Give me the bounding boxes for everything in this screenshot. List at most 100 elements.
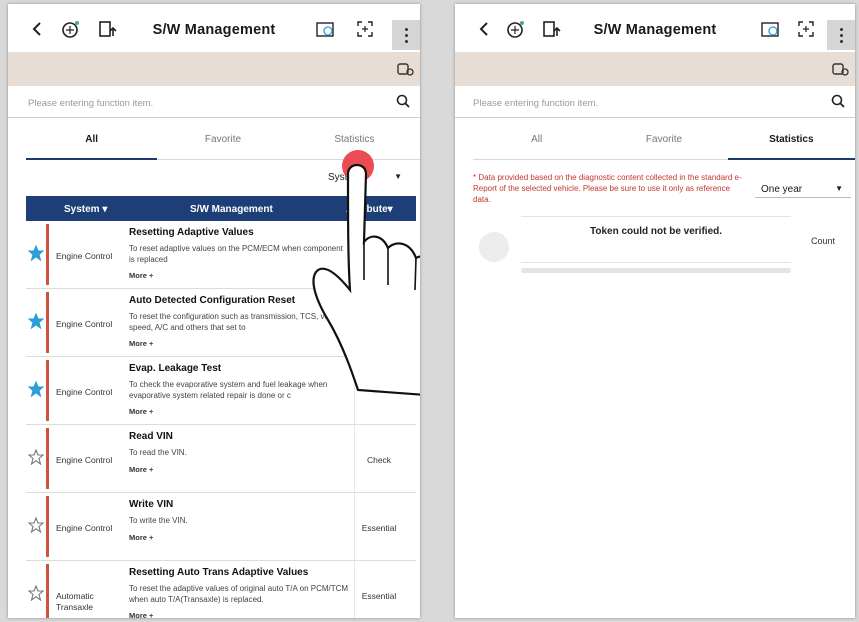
tab-all[interactable]: All bbox=[473, 128, 601, 160]
search-icon[interactable] bbox=[396, 94, 410, 108]
period-value: One year bbox=[761, 184, 803, 195]
row-system: Engine Control bbox=[56, 387, 113, 397]
statistics-card: Token could not be verified. Count bbox=[473, 216, 851, 278]
row-function-name[interactable]: Resetting Auto Trans Adaptive Values bbox=[129, 567, 308, 578]
row-function-name[interactable]: Evap. Leakage Test bbox=[129, 363, 221, 374]
row-accent-bar bbox=[46, 564, 49, 618]
search-input[interactable]: Please entering function item. bbox=[473, 98, 598, 109]
row-accent-bar bbox=[46, 428, 49, 489]
vehicle-band bbox=[8, 52, 420, 86]
tab-statistics[interactable]: Statistics bbox=[288, 128, 420, 160]
avatar-placeholder bbox=[479, 232, 509, 262]
row-system: Engine Control bbox=[56, 523, 113, 533]
vehicle-icon[interactable] bbox=[831, 61, 849, 81]
header-attribute[interactable]: Attribute▾ bbox=[346, 204, 393, 215]
more-link[interactable]: More + bbox=[129, 533, 153, 542]
row-accent-bar bbox=[46, 496, 49, 557]
table-row[interactable]: Engine Control Resetting Adaptive Values T… bbox=[26, 221, 416, 289]
table-header: System ▾ S/W Management Attribute▾ bbox=[26, 196, 416, 221]
table-row[interactable]: Automatic Transaxle Resetting Auto Trans … bbox=[26, 561, 416, 618]
divider bbox=[521, 262, 791, 263]
row-attribute: Essential bbox=[361, 591, 397, 601]
column-divider bbox=[354, 357, 355, 424]
row-system: Engine Control bbox=[56, 455, 113, 465]
tab-bar: All Favorite Statistics bbox=[26, 128, 420, 160]
row-attribute: Check bbox=[366, 455, 392, 465]
more-link[interactable]: More + bbox=[129, 611, 153, 618]
more-vert-icon[interactable] bbox=[392, 20, 420, 50]
star-icon[interactable] bbox=[28, 585, 44, 601]
row-function-name[interactable]: Auto Detected Configuration Reset bbox=[129, 295, 295, 306]
sw-table-body: Engine Control Resetting Adaptive Values T… bbox=[26, 221, 416, 618]
column-divider bbox=[354, 221, 355, 288]
table-row[interactable]: Engine Control Evap. Leakage Test To check… bbox=[26, 357, 416, 425]
dropdown-arrow-icon: ▼ bbox=[835, 184, 843, 193]
top-bar: S/W Management bbox=[455, 4, 855, 52]
row-system: Engine Control bbox=[56, 251, 113, 261]
system-filter-select[interactable]: System ▼ bbox=[318, 166, 408, 188]
search-icon[interactable] bbox=[831, 94, 845, 108]
column-divider bbox=[354, 561, 355, 618]
back-icon[interactable] bbox=[26, 18, 48, 40]
search-input[interactable]: Please entering function item. bbox=[28, 98, 153, 109]
star-icon[interactable] bbox=[28, 517, 44, 533]
tab-all[interactable]: All bbox=[26, 128, 158, 160]
row-accent-bar bbox=[46, 360, 49, 421]
vehicle-scan-icon[interactable] bbox=[505, 18, 527, 40]
row-description: To reset the adaptive values of original… bbox=[129, 584, 349, 604]
tab-statistics[interactable]: Statistics bbox=[727, 128, 855, 160]
row-function-name[interactable]: Read VIN bbox=[129, 431, 173, 442]
period-select[interactable]: One year ▼ bbox=[755, 176, 851, 198]
more-link[interactable]: More + bbox=[129, 407, 153, 416]
count-label: Count bbox=[810, 236, 835, 246]
token-error-message: Token could not be verified. bbox=[589, 226, 723, 237]
table-row[interactable]: Engine Control Write VIN To write the VIN.… bbox=[26, 493, 416, 561]
screen-capture-icon[interactable] bbox=[795, 18, 817, 40]
table-row[interactable]: Engine Control Auto Detected Configuratio… bbox=[26, 289, 416, 357]
back-icon[interactable] bbox=[473, 18, 495, 40]
row-accent-bar bbox=[46, 224, 49, 285]
more-link[interactable]: More + bbox=[129, 465, 153, 474]
more-link[interactable]: More + bbox=[129, 271, 153, 280]
sw-update-icon[interactable] bbox=[96, 18, 118, 40]
vehicle-scan-icon[interactable] bbox=[60, 18, 82, 40]
screen-capture-icon[interactable] bbox=[354, 18, 376, 40]
more-vert-icon[interactable] bbox=[827, 20, 855, 50]
row-description: To write the VIN. bbox=[129, 516, 188, 525]
tab-favorite[interactable]: Favorite bbox=[600, 128, 728, 160]
reference-data-note: * Data provided based on the diagnostic … bbox=[473, 173, 742, 204]
tab-bar: All Favorite Statistics bbox=[473, 128, 855, 160]
header-system[interactable]: System ▾ bbox=[64, 204, 107, 215]
search-bar[interactable]: Please entering function item. bbox=[8, 88, 420, 118]
row-description: To reset adaptive values on the PCM/ECM … bbox=[129, 244, 343, 264]
column-divider bbox=[354, 289, 355, 356]
sw-update-icon[interactable] bbox=[540, 18, 562, 40]
star-icon[interactable] bbox=[28, 449, 44, 465]
top-bar: S/W Management bbox=[8, 4, 420, 52]
row-attribute: Essential bbox=[361, 523, 397, 533]
header-sw-management: S/W Management bbox=[190, 204, 273, 215]
search-bar[interactable]: Please entering function item. bbox=[455, 88, 855, 118]
star-icon[interactable] bbox=[28, 381, 44, 397]
dropdown-arrow-icon: ▼ bbox=[394, 172, 402, 181]
tab-favorite[interactable]: Favorite bbox=[157, 128, 289, 160]
row-accent-bar bbox=[46, 292, 49, 353]
row-description: To read the VIN. bbox=[129, 448, 187, 457]
ecu-icon[interactable] bbox=[314, 18, 336, 40]
divider bbox=[521, 216, 791, 217]
more-link[interactable]: More + bbox=[129, 339, 153, 348]
row-function-name[interactable]: Resetting Adaptive Values bbox=[129, 227, 254, 238]
system-filter-value: System bbox=[328, 172, 362, 183]
star-icon[interactable] bbox=[28, 313, 44, 329]
table-row[interactable]: Engine Control Read VIN To read the VIN. Mo… bbox=[26, 425, 416, 493]
star-icon[interactable] bbox=[28, 245, 44, 261]
row-description: To reset the configuration such as trans… bbox=[129, 312, 346, 332]
ecu-icon[interactable] bbox=[759, 18, 781, 40]
row-function-name[interactable]: Write VIN bbox=[129, 499, 173, 510]
right-screen: S/W Management Please entering function … bbox=[455, 4, 855, 618]
vehicle-icon[interactable] bbox=[396, 61, 414, 81]
row-description: To check the evaporative system and fuel… bbox=[129, 380, 328, 400]
left-screen: S/W Management Please entering function … bbox=[8, 4, 420, 618]
row-system: Engine Control bbox=[56, 319, 113, 329]
row-system: Automatic Transaxle bbox=[56, 591, 94, 612]
